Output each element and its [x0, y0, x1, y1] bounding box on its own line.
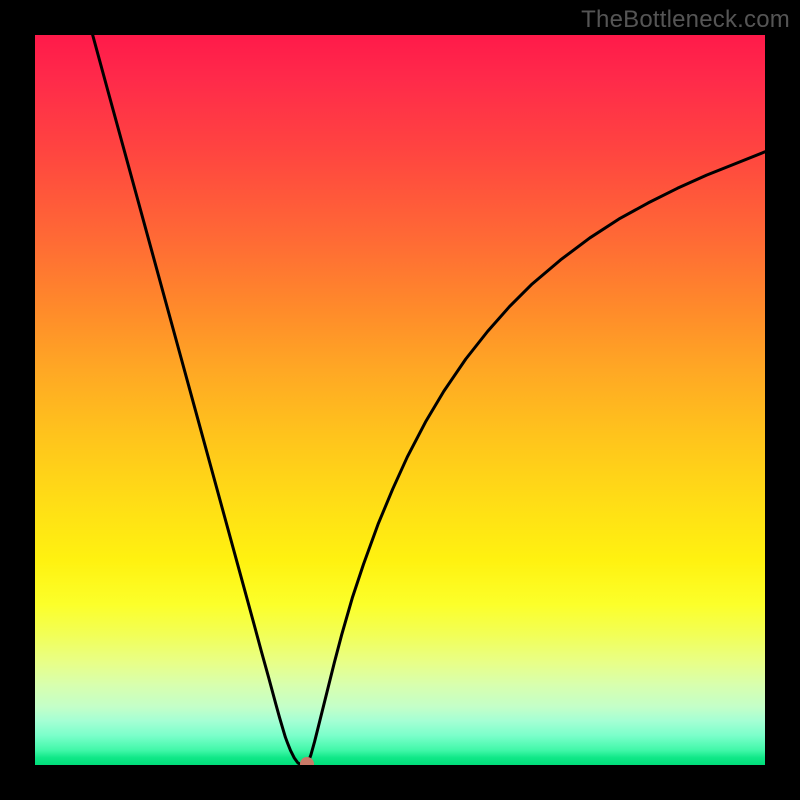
chart-curve [35, 35, 765, 765]
attribution-text: TheBottleneck.com [581, 6, 790, 34]
plot-area [35, 35, 765, 765]
minimum-marker [300, 757, 314, 765]
